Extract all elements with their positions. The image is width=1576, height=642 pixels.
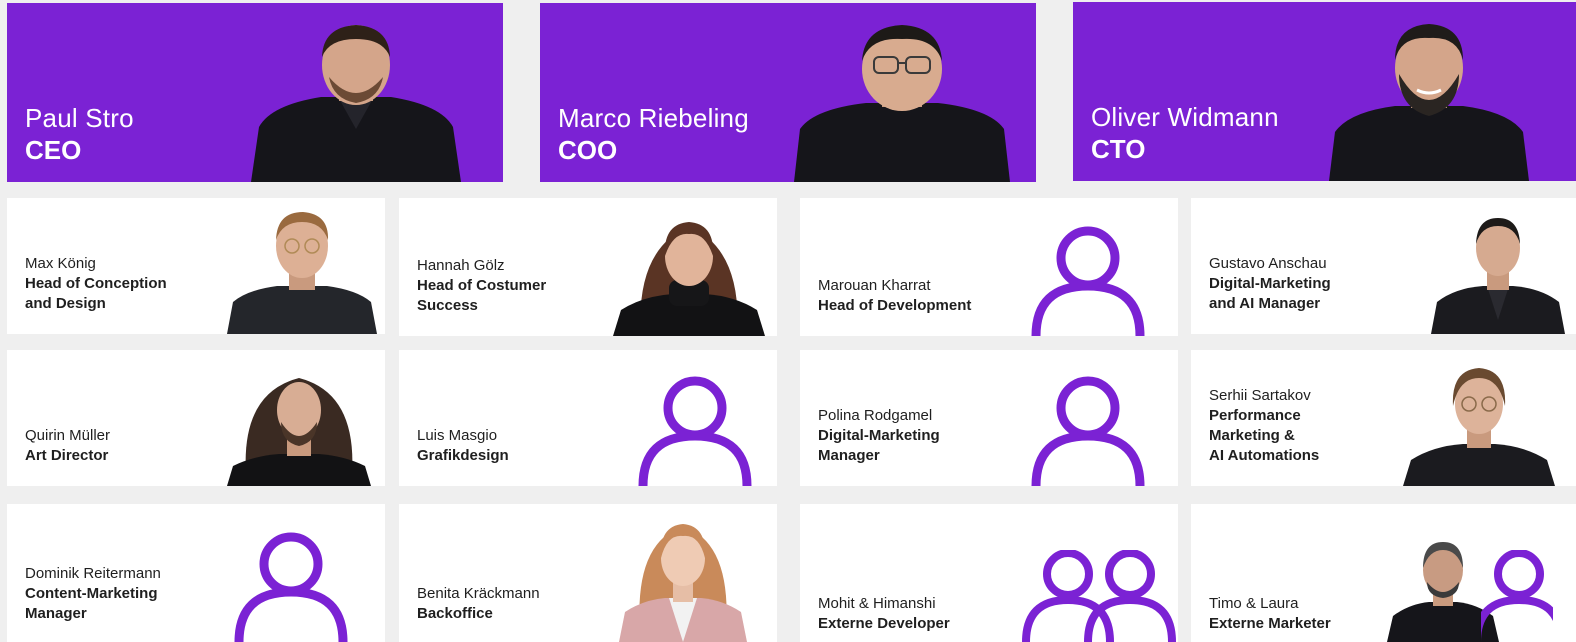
team-member-name: Quirin Müller: [25, 427, 111, 444]
team-member-name: Mohit & Himanshi: [818, 595, 936, 612]
person-placeholder-icon: [1030, 224, 1146, 336]
team-member-role: Grafikdesign: [417, 447, 509, 464]
exec-photo-ceo: [251, 17, 461, 182]
team-member-role: Backoffice: [417, 605, 493, 622]
team-member-name: Serhii Sartakov: [1209, 387, 1311, 404]
team-photo: [227, 206, 377, 334]
team-member-role: Performance Marketing & AI Automations: [1209, 407, 1320, 464]
team-card: Marouan Kharrat Head of Development: [800, 198, 1178, 336]
team-member-role: Head of Costumer Success: [417, 277, 547, 314]
team-card: Luis Masgio Grafikdesign: [399, 350, 777, 486]
team-member-name: Luis Masgio: [417, 427, 498, 444]
team-card: Hannah Gölz Head of Costumer Success: [399, 198, 777, 336]
team-member-name: Benita Kräckmann: [417, 585, 540, 602]
exec-role: CEO: [25, 135, 82, 165]
exec-name: Paul Stro: [25, 103, 134, 133]
team-photo: [1431, 210, 1565, 334]
team-card: Dominik Reitermann Content-Marketing Man…: [7, 504, 385, 642]
team-photo: [227, 364, 371, 486]
exec-photo-cto: [1329, 16, 1529, 181]
team-member-name: Timo & Laura: [1209, 595, 1299, 612]
team-member-name: Polina Rodgamel: [818, 407, 933, 424]
team-card: Mohit & Himanshi Externe Developer: [800, 504, 1178, 642]
team-card: Benita Kräckmann Backoffice: [399, 504, 777, 642]
team-member-role: Externe Marketer: [1209, 615, 1331, 632]
team-card: Max König Head of Conception and Design: [7, 198, 385, 334]
exec-card-ceo: Paul Stro CEO: [7, 3, 503, 182]
team-card: Polina Rodgamel Digital-Marketing Manage…: [800, 350, 1178, 486]
team-photo: [613, 210, 765, 336]
exec-role: COO: [558, 135, 618, 165]
team-member-role: Externe Developer: [818, 615, 950, 632]
team-photo: [615, 514, 751, 642]
team-member-role: Head of Development: [818, 297, 972, 314]
team-member-role: Art Director: [25, 447, 109, 464]
person-placeholder-icon: [1481, 550, 1553, 642]
team-member-role: Content-Marketing Manager: [25, 585, 158, 622]
exec-card-cto: Oliver Widmann CTO: [1073, 2, 1576, 181]
exec-card-coo: Marco Riebeling COO: [540, 3, 1036, 182]
team-member-role: Digital-Marketing and AI Manager: [1209, 275, 1331, 312]
team-member-name: Gustavo Anschau: [1209, 255, 1327, 272]
exec-photo-coo: [794, 17, 1010, 182]
person-placeholder-icon: [637, 374, 753, 486]
team-card: Serhii Sartakov Performance Marketing & …: [1191, 350, 1576, 486]
team-member-name: Dominik Reitermann: [25, 565, 161, 582]
team-photo: [1403, 360, 1555, 486]
two-person-placeholder-icon: [1020, 550, 1178, 642]
person-placeholder-icon: [1030, 374, 1146, 486]
team-member-name: Hannah Gölz: [417, 257, 505, 274]
team-member-name: Marouan Kharrat: [818, 277, 931, 294]
exec-name: Marco Riebeling: [558, 103, 749, 133]
exec-name: Oliver Widmann: [1091, 102, 1279, 132]
team-card: Timo & Laura Externe Marketer: [1191, 504, 1576, 642]
team-member-role: Head of Conception and Design: [25, 275, 167, 312]
team-card: Gustavo Anschau Digital-Marketing and AI…: [1191, 198, 1576, 334]
team-member-role: Digital-Marketing Manager: [818, 427, 940, 464]
team-member-name: Max König: [25, 255, 96, 272]
exec-role: CTO: [1091, 134, 1146, 164]
person-placeholder-icon: [233, 530, 349, 642]
team-card: Quirin Müller Art Director: [7, 350, 385, 486]
